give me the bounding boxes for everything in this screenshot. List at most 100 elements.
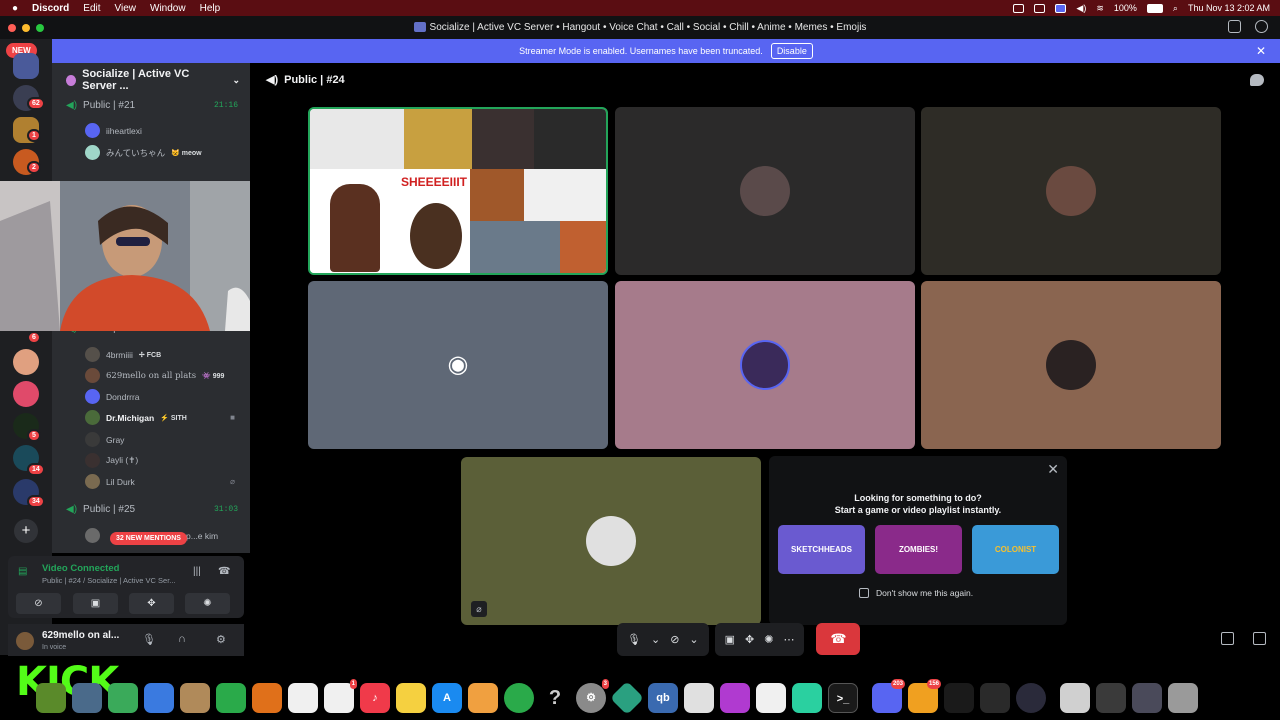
disable-button[interactable]: Disable [770,43,813,59]
voice-user[interactable]: 4brmiiii ✢ FCB [85,347,235,362]
screen-share-icon[interactable]: ▣ [725,633,735,646]
microphone-icon[interactable]: 🎙 [627,633,641,646]
chevron-down-icon[interactable]: ⌄ [232,75,240,86]
avatar[interactable] [16,632,34,650]
status-icon[interactable] [1034,3,1046,13]
voice-user[interactable]: 629mello on all plats 👾 999 [85,368,235,383]
participant-tile[interactable]: ◉ [308,281,608,449]
camera-off-icon[interactable]: ⊘ [670,633,679,646]
help-icon[interactable]: ? [540,683,570,713]
obs-icon[interactable] [1016,683,1046,713]
voice-user[interactable]: Gray [85,432,235,447]
soundboard-icon[interactable]: ✺ [764,633,773,646]
participant-tile[interactable] [615,281,915,449]
screen-share-icon[interactable] [1055,3,1067,13]
dock-app-icon[interactable] [72,683,102,713]
disconnect-icon[interactable]: ☎ [218,566,230,577]
settings-icon[interactable]: ⚙ 3 [576,679,609,713]
server-icon[interactable] [13,53,39,79]
participant-tile[interactable] [921,281,1221,449]
checkbox[interactable] [859,588,869,598]
voice-location[interactable]: Public | #24 / Socialize | Active VC Ser… [42,576,176,585]
menu-help[interactable]: Help [200,3,221,14]
app-menu[interactable]: Discord [32,3,69,14]
microphone-icon[interactable]: 🎙 [142,633,156,646]
volume-icon[interactable]: ◀) [1076,3,1086,14]
search-icon[interactable]: ⌕ [1173,3,1178,14]
status-icon[interactable] [1013,3,1025,13]
photos-icon[interactable] [468,683,498,713]
help-icon[interactable] [1255,20,1268,33]
dock-folder-icon[interactable] [1060,683,1090,713]
voice-user[interactable]: Jayli (✝) [85,453,235,468]
dock-app-icon[interactable] [720,683,750,713]
dock-app-icon[interactable]: 156 [908,679,941,713]
dock-app-icon[interactable] [36,683,66,713]
participant-tile[interactable] [921,107,1221,275]
voice-channel[interactable]: ◀) Public | #21 21:16 [66,100,238,111]
voice-user[interactable]: iiheartlexi [85,123,235,138]
user-name[interactable]: 629mello on al... [42,630,119,641]
noise-suppression-icon[interactable]: ||| [193,566,201,577]
soundboard-button[interactable]: ✺ [185,593,230,614]
clock[interactable]: Thu Nov 13 2:02 AM [1188,3,1270,13]
new-mentions-pill[interactable]: 32 NEW MENTIONS [110,532,187,545]
chevron-down-icon[interactable]: ⌄ [651,633,660,646]
activity-card-sketchheads[interactable]: SKETCHHEADS [778,525,865,574]
trash-icon[interactable] [1168,683,1198,713]
app-store-icon[interactable]: A [432,683,462,713]
textedit-icon[interactable] [756,683,786,713]
dock-app-icon[interactable] [610,681,644,715]
battery-icon[interactable] [1146,3,1163,13]
notes-icon[interactable] [396,683,426,713]
more-icon[interactable]: ⋯ [783,633,794,646]
dock-app-icon[interactable] [944,683,974,713]
server-icon[interactable] [13,349,39,375]
apple-icon[interactable]: ● [12,3,18,14]
server-header[interactable]: Socialize | Active VC Server ... ⌄ [52,63,250,97]
dont-show-checkbox[interactable]: Don't show me this again. [859,588,973,598]
activities-icon[interactable]: ✥ [745,633,754,646]
add-server-button[interactable]: + [14,519,38,543]
close-icon[interactable]: ✕ [1047,461,1059,478]
chat-icon[interactable] [1250,74,1264,86]
mail-icon[interactable] [144,683,174,713]
menu-window[interactable]: Window [150,3,186,14]
voice-user[interactable]: みんていちゃん 😺 meow [85,145,235,160]
freeform-icon[interactable] [288,683,318,713]
signal-icon[interactable]: ▤ [18,566,32,580]
camera-off-button[interactable]: ⊘ [16,593,61,614]
server-icon[interactable] [13,381,39,407]
terminal-icon[interactable]: >_ [828,683,858,713]
dock-app-icon[interactable] [684,683,714,713]
activities-button[interactable]: ✥ [129,593,174,614]
music-icon[interactable]: ♪ [360,683,390,713]
voice-user[interactable]: Lil Durk ⌀ [85,474,235,489]
chrome-icon[interactable] [504,683,534,713]
dock-folder-icon[interactable] [1132,683,1162,713]
activity-card-zombies[interactable]: ZOMBIES! [875,525,962,574]
disconnect-button[interactable]: ☎ [816,623,861,655]
fullscreen-icon[interactable] [1253,632,1266,645]
headphones-icon[interactable]: ∩ [178,633,186,645]
screen-share-tile[interactable]: SHEEEEIIIT [308,107,608,275]
menu-edit[interactable]: Edit [83,3,100,14]
wifi-icon[interactable]: ≋ [1096,3,1104,14]
voice-channel[interactable]: ◀) Public | #25 31:03 [66,504,238,515]
garageband-icon[interactable] [252,683,282,713]
inbox-icon[interactable] [1228,20,1241,33]
piano-icon[interactable] [980,683,1010,713]
screen-share-button[interactable]: ▣ [73,593,118,614]
participant-tile[interactable]: ⌀ [461,457,761,625]
close-icon[interactable]: ✕ [1256,44,1266,58]
voice-user[interactable]: Dr.Michigan ⚡ SITH ■ [85,410,235,425]
reminders-icon[interactable]: 1 [324,679,357,713]
popout-icon[interactable] [1221,632,1234,645]
qbittorrent-icon[interactable]: qb [648,683,678,713]
facetime-icon[interactable] [216,683,246,713]
participant-tile[interactable] [615,107,915,275]
dock-folder-icon[interactable] [1096,683,1126,713]
discord-icon[interactable]: 203 [872,679,905,713]
menu-view[interactable]: View [115,3,137,14]
voice-user[interactable]: Dondrrra [85,389,235,404]
